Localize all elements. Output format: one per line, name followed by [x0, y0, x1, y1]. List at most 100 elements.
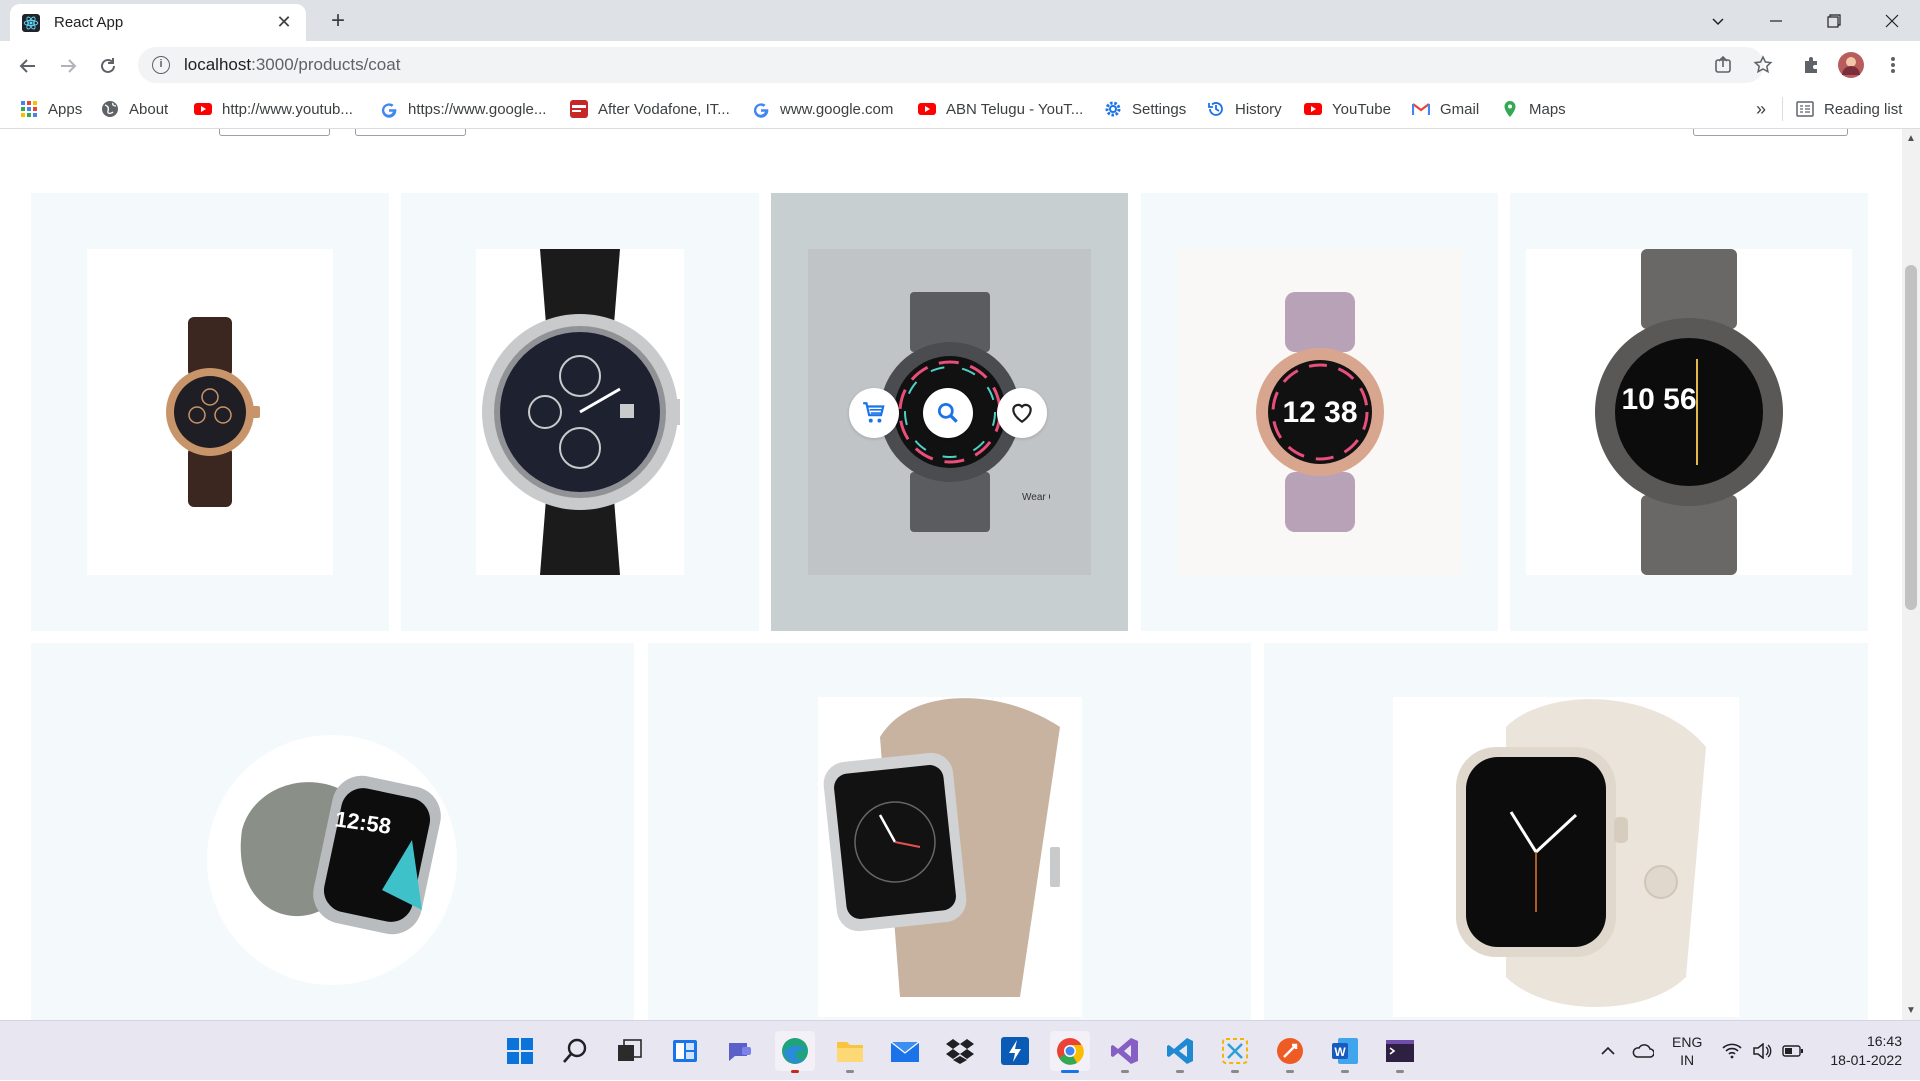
bookmark-label: http://www.youtub...: [222, 100, 353, 118]
bookmark-youtube[interactable]: YouTube: [1304, 97, 1391, 121]
restore-icon[interactable]: [1806, 0, 1862, 41]
tab-search-icon[interactable]: [1690, 0, 1746, 41]
product-fossil-gen6-rose[interactable]: 12 38: [1178, 249, 1461, 575]
taskbar-postman-app[interactable]: [1270, 1031, 1310, 1073]
widgets-button[interactable]: [665, 1031, 705, 1071]
filter-button-partial[interactable]: [355, 129, 466, 136]
task-view-button[interactable]: [610, 1031, 650, 1071]
back-button[interactable]: [12, 50, 44, 82]
share-icon[interactable]: [1710, 52, 1736, 78]
extensions-icon[interactable]: [1798, 52, 1824, 78]
bookmark-maps[interactable]: Maps: [1501, 97, 1566, 121]
bookmark-label: After Vodafone, IT...: [598, 100, 730, 118]
running-indicator: [1396, 1070, 1404, 1073]
bookmarks-overflow-button[interactable]: »: [1756, 97, 1766, 121]
svg-text:Wear OS: Wear OS: [1022, 492, 1050, 503]
product-hover-actions: [849, 388, 1047, 438]
vscode-icon: [1167, 1038, 1193, 1064]
minimize-icon[interactable]: [1748, 0, 1804, 41]
bookmark-google-com[interactable]: www.google.com: [752, 97, 893, 121]
edge-icon: [782, 1038, 808, 1064]
bookmark-history[interactable]: History: [1207, 97, 1282, 121]
watch-face-time: 12 38: [1282, 396, 1357, 429]
scroll-down-arrow-icon[interactable]: ▼: [1906, 1005, 1916, 1016]
speaker-icon: [1753, 1043, 1772, 1059]
product-card[interactable]: 10 56: [1510, 193, 1868, 631]
show-hidden-icons-button[interactable]: [1600, 1021, 1616, 1081]
taskbar-search-button[interactable]: [555, 1031, 595, 1071]
product-lg-watch-urbane-silver[interactable]: [476, 249, 684, 575]
taskbar-file-explorer[interactable]: [830, 1031, 870, 1073]
taskbar-word-app[interactable]: W: [1325, 1031, 1365, 1073]
bookmark-settings[interactable]: Settings: [1104, 97, 1186, 121]
url-text[interactable]: localhost:3000/products/coat: [184, 55, 400, 75]
search-icon: [937, 402, 958, 423]
new-tab-button[interactable]: +: [324, 8, 352, 36]
product-card[interactable]: [1264, 643, 1868, 1020]
taskbar-chrome-app[interactable]: [1050, 1031, 1090, 1073]
product-fitbit-sense[interactable]: 12:58: [207, 735, 457, 985]
product-fossil-gen5e-gunmetal[interactable]: 10 56: [1526, 249, 1852, 575]
product-card[interactable]: [31, 193, 389, 631]
taskbar-edge-app[interactable]: [775, 1031, 815, 1073]
taskbar-mail-app[interactable]: [885, 1031, 925, 1071]
chrome-menu-icon[interactable]: [1880, 52, 1906, 78]
watch-image: [482, 249, 680, 575]
wifi-tray-icon[interactable]: [1722, 1021, 1742, 1081]
mail-icon: [890, 1041, 920, 1062]
page-scrollbar[interactable]: ▲ ▼: [1902, 129, 1920, 1020]
sort-select-partial[interactable]: [1693, 129, 1848, 136]
bookmark-star-icon[interactable]: [1750, 52, 1776, 78]
url-host: localhost: [184, 55, 252, 74]
bookmarks-divider: [1782, 97, 1783, 121]
site-info-icon[interactable]: i: [152, 56, 170, 74]
tab-react-app[interactable]: React App ✕: [10, 4, 306, 41]
product-lg-watch-urbane-gold[interactable]: [87, 249, 333, 575]
quick-view-button[interactable]: [923, 388, 973, 438]
running-indicator: [1341, 1070, 1349, 1073]
product-card[interactable]: [401, 193, 759, 631]
clock[interactable]: 16:43 18-01-2022: [1818, 1021, 1902, 1081]
scroll-up-arrow-icon[interactable]: ▲: [1906, 133, 1916, 144]
youtube-icon: [194, 103, 212, 115]
taskbar-visual-studio[interactable]: [1105, 1031, 1145, 1073]
taskbar-powershell-app[interactable]: [995, 1031, 1035, 1071]
bookmark-google-link[interactable]: https://www.google...: [380, 97, 546, 121]
product-card[interactable]: 12 38: [1141, 193, 1498, 631]
bookmark-abn-telugu[interactable]: ABN Telugu - YouT...: [918, 97, 1083, 121]
reload-button[interactable]: [92, 50, 124, 82]
start-button[interactable]: [500, 1031, 540, 1071]
taskbar-vscode[interactable]: [1160, 1031, 1200, 1073]
add-to-wishlist-button[interactable]: [997, 388, 1047, 438]
profile-avatar[interactable]: [1838, 52, 1864, 78]
bookmark-youtube-link[interactable]: http://www.youtub...: [194, 97, 353, 121]
add-to-cart-button[interactable]: [849, 388, 899, 438]
reading-list-button[interactable]: Reading list: [1796, 97, 1902, 121]
products-page: Wear OS 12 38: [0, 129, 1902, 1020]
product-square-smartwatch-beige[interactable]: [818, 697, 1082, 1017]
product-card-hovered[interactable]: Wear OS: [771, 193, 1128, 631]
close-tab-icon[interactable]: ✕: [274, 12, 294, 33]
close-window-icon[interactable]: [1864, 0, 1920, 41]
product-card[interactable]: [648, 643, 1251, 1020]
filter-button-partial[interactable]: [219, 129, 330, 136]
teams-chat-button[interactable]: [720, 1031, 760, 1071]
bookmark-about[interactable]: About: [101, 97, 168, 121]
scrollbar-thumb[interactable]: [1905, 265, 1917, 610]
forward-button[interactable]: [52, 50, 84, 82]
product-apple-watch-starlight[interactable]: [1393, 697, 1739, 1017]
bookmark-gmail[interactable]: Gmail: [1412, 97, 1479, 121]
product-card[interactable]: 12:58: [31, 643, 634, 1020]
taskbar-snipping-app[interactable]: [1215, 1031, 1255, 1073]
region-code: IN: [1680, 1052, 1695, 1068]
taskbar-terminal-app[interactable]: [1380, 1031, 1420, 1073]
bookmark-vodafone-news[interactable]: After Vodafone, IT...: [570, 97, 730, 121]
onedrive-tray-icon[interactable]: [1632, 1021, 1654, 1081]
battery-tray-icon[interactable]: [1782, 1021, 1804, 1081]
input-language-indicator[interactable]: ENG IN: [1672, 1021, 1702, 1081]
clock-date: 18-01-2022: [1830, 1052, 1902, 1068]
address-bar[interactable]: i localhost:3000/products/coat: [138, 47, 1764, 83]
volume-tray-icon[interactable]: [1752, 1021, 1772, 1081]
bookmark-apps[interactable]: Apps: [20, 97, 82, 121]
taskbar-dropbox-app[interactable]: [940, 1031, 980, 1071]
